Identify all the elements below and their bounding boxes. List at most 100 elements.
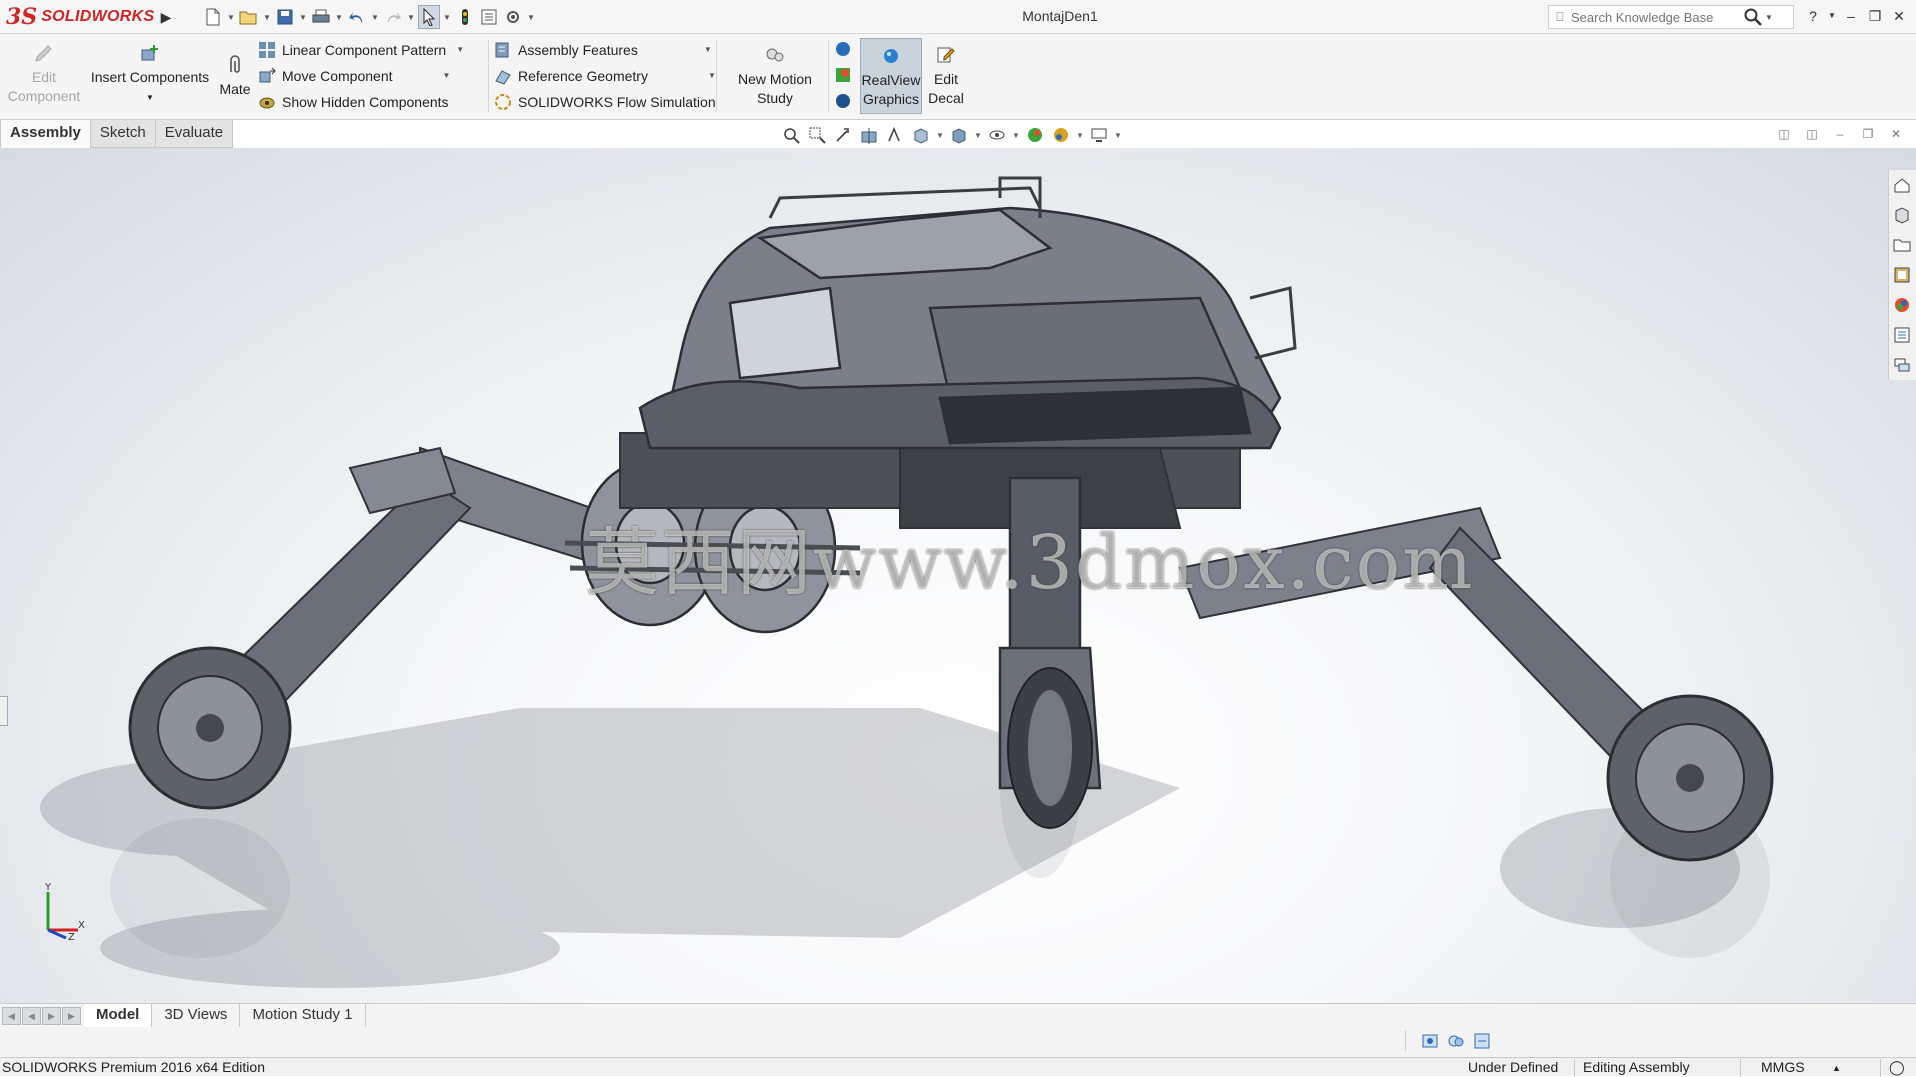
- view-orientation-dropdown-icon[interactable]: ▼: [936, 131, 944, 140]
- unit-system-dropdown-icon[interactable]: ▲: [1824, 1059, 1849, 1077]
- viewport-restore-icon[interactable]: ❐: [1860, 126, 1876, 142]
- undo-icon[interactable]: [346, 5, 368, 29]
- dynamic-annotation-icon[interactable]: [884, 124, 906, 146]
- close-icon[interactable]: ✕: [1890, 6, 1908, 26]
- view-palette-icon[interactable]: [1889, 262, 1915, 288]
- tab-3d-views[interactable]: 3D Views: [152, 1003, 241, 1028]
- tab-assembly[interactable]: Assembly: [0, 120, 91, 148]
- undo-dropdown-icon[interactable]: ▼: [370, 5, 380, 29]
- move-component-button[interactable]: Move Component ▼: [258, 64, 464, 87]
- viewport-minimize-icon[interactable]: –: [1832, 126, 1848, 142]
- redo-dropdown-icon[interactable]: ▼: [406, 5, 416, 29]
- feature-manager-collapse-handle[interactable]: [0, 696, 8, 726]
- tab-motion-study-1[interactable]: Motion Study 1: [240, 1003, 366, 1028]
- mate-button[interactable]: Mate: [216, 52, 254, 99]
- file-explorer-icon[interactable]: [1889, 232, 1915, 258]
- show-hidden-components-button[interactable]: Show Hidden Components: [258, 90, 464, 113]
- collaboration-icon[interactable]: [1446, 1031, 1466, 1051]
- search-icon[interactable]: [1741, 5, 1765, 29]
- forum-icon[interactable]: [1889, 352, 1915, 378]
- status-tooltip-icon[interactable]: ◯: [1880, 1059, 1913, 1077]
- scroll-prev-icon[interactable]: ◀: [22, 1006, 41, 1025]
- new-dropdown-icon[interactable]: ▼: [226, 5, 236, 29]
- insert-components-dropdown-icon[interactable]: ▼: [146, 87, 154, 109]
- appearance-sphere-icon[interactable]: [834, 40, 852, 61]
- rebuild-status-icon[interactable]: [1420, 1031, 1440, 1051]
- assembly-features-label: Assembly Features: [518, 41, 638, 58]
- view-settings-monitor-icon[interactable]: [1088, 124, 1110, 146]
- scroll-first-icon[interactable]: ◀: [2, 1006, 21, 1025]
- apply-scene-icon[interactable]: [1050, 124, 1072, 146]
- open-dropdown-icon[interactable]: ▼: [262, 5, 272, 29]
- realview-graphics-button[interactable]: RealView Graphics: [860, 38, 922, 114]
- redo-icon[interactable]: [382, 5, 404, 29]
- select-dropdown-icon[interactable]: ▼: [442, 5, 452, 29]
- section-view-icon[interactable]: [858, 124, 880, 146]
- viewport-close-icon[interactable]: ✕: [1888, 126, 1904, 142]
- file-properties-icon[interactable]: [478, 5, 500, 29]
- custom-properties-icon[interactable]: [1889, 322, 1915, 348]
- view-orientation-icon[interactable]: [910, 124, 932, 146]
- appearances-scenes-icon[interactable]: [1889, 292, 1915, 318]
- tab-model[interactable]: Model: [84, 1003, 153, 1028]
- unit-system-button[interactable]: MMGS: [1740, 1059, 1813, 1077]
- view-settings-dropdown-icon[interactable]: ▼: [1114, 131, 1122, 140]
- zoom-to-fit-icon[interactable]: [780, 124, 802, 146]
- print-icon[interactable]: [310, 5, 332, 29]
- viewport-tile-right-icon[interactable]: ◫: [1804, 126, 1820, 142]
- solidworks-logo[interactable]: 3S SOLIDWORKS: [6, 2, 156, 32]
- insert-components-button[interactable]: Insert Components ▼: [88, 40, 212, 109]
- scroll-last-icon[interactable]: ▶: [62, 1006, 81, 1025]
- left-front-wheel: [128, 646, 292, 810]
- flow-simulation-button[interactable]: SOLIDWORKS Flow Simulation: [494, 90, 716, 113]
- menu-expand-arrow-icon[interactable]: ▶: [158, 6, 174, 28]
- hide-show-dropdown-icon[interactable]: ▼: [1012, 131, 1020, 140]
- display-style-icon[interactable]: [948, 124, 970, 146]
- open-folder-icon[interactable]: [238, 5, 260, 29]
- restore-icon[interactable]: ❐: [1866, 6, 1884, 26]
- help-icon[interactable]: ?: [1804, 6, 1822, 26]
- reference-geometry-dropdown-icon[interactable]: ▼: [708, 71, 716, 80]
- linear-component-pattern-button[interactable]: Linear Component Pattern ▼: [258, 38, 464, 61]
- save-dropdown-icon[interactable]: ▼: [298, 5, 308, 29]
- tab-evaluate[interactable]: Evaluate: [154, 120, 234, 148]
- search-scope-icon[interactable]: ⎕: [1549, 10, 1571, 25]
- help-dropdown-icon[interactable]: ▼: [1828, 6, 1836, 26]
- edit-component-button[interactable]: Edit Component: [6, 40, 82, 106]
- edit-decal-button[interactable]: Edit Decal: [926, 42, 966, 108]
- assembly-features-dropdown-icon[interactable]: ▼: [704, 45, 712, 54]
- viewport-tile-left-icon[interactable]: ◫: [1776, 126, 1792, 142]
- reference-geometry-button[interactable]: Reference Geometry ▼: [494, 64, 716, 87]
- decal-sphere-icon[interactable]: [834, 92, 852, 113]
- save-icon[interactable]: [274, 5, 296, 29]
- rebuild-icon[interactable]: [454, 5, 476, 29]
- new-document-icon[interactable]: [202, 5, 224, 29]
- floor-shadow: [40, 708, 1740, 988]
- previous-view-icon[interactable]: [832, 124, 854, 146]
- search-dropdown-icon[interactable]: ▼: [1765, 13, 1773, 22]
- select-cursor-icon[interactable]: [418, 5, 440, 29]
- assembly-features-button[interactable]: Assembly Features ▼: [494, 38, 716, 61]
- apply-scene-dropdown-icon[interactable]: ▼: [1076, 131, 1084, 140]
- hide-show-items-icon[interactable]: [986, 124, 1008, 146]
- graphics-area[interactable]: 莫西网www.3dmox.com Y X Z: [0, 148, 1916, 1003]
- search-input[interactable]: [1571, 9, 1741, 25]
- move-component-label: Move Component: [282, 67, 393, 84]
- move-component-dropdown-icon[interactable]: ▼: [443, 71, 451, 80]
- status-icon-strip: [0, 1027, 1916, 1057]
- scroll-next-icon[interactable]: ▶: [42, 1006, 61, 1025]
- solidworks-resources-home-icon[interactable]: [1889, 172, 1915, 198]
- options-gear-icon[interactable]: [502, 5, 524, 29]
- options-dropdown-icon[interactable]: ▼: [526, 5, 536, 29]
- quick-tips-icon[interactable]: [1472, 1031, 1492, 1051]
- new-motion-study-button[interactable]: New Motion Study: [728, 42, 822, 108]
- zoom-to-area-icon[interactable]: [806, 124, 828, 146]
- minimize-icon[interactable]: –: [1842, 6, 1860, 26]
- design-library-icon[interactable]: [1889, 202, 1915, 228]
- tab-sketch[interactable]: Sketch: [89, 120, 156, 148]
- edit-appearance-icon[interactable]: [1024, 124, 1046, 146]
- display-style-dropdown-icon[interactable]: ▼: [974, 131, 982, 140]
- linear-pattern-dropdown-icon[interactable]: ▼: [456, 45, 464, 54]
- print-dropdown-icon[interactable]: ▼: [334, 5, 344, 29]
- scene-icon[interactable]: [834, 66, 852, 87]
